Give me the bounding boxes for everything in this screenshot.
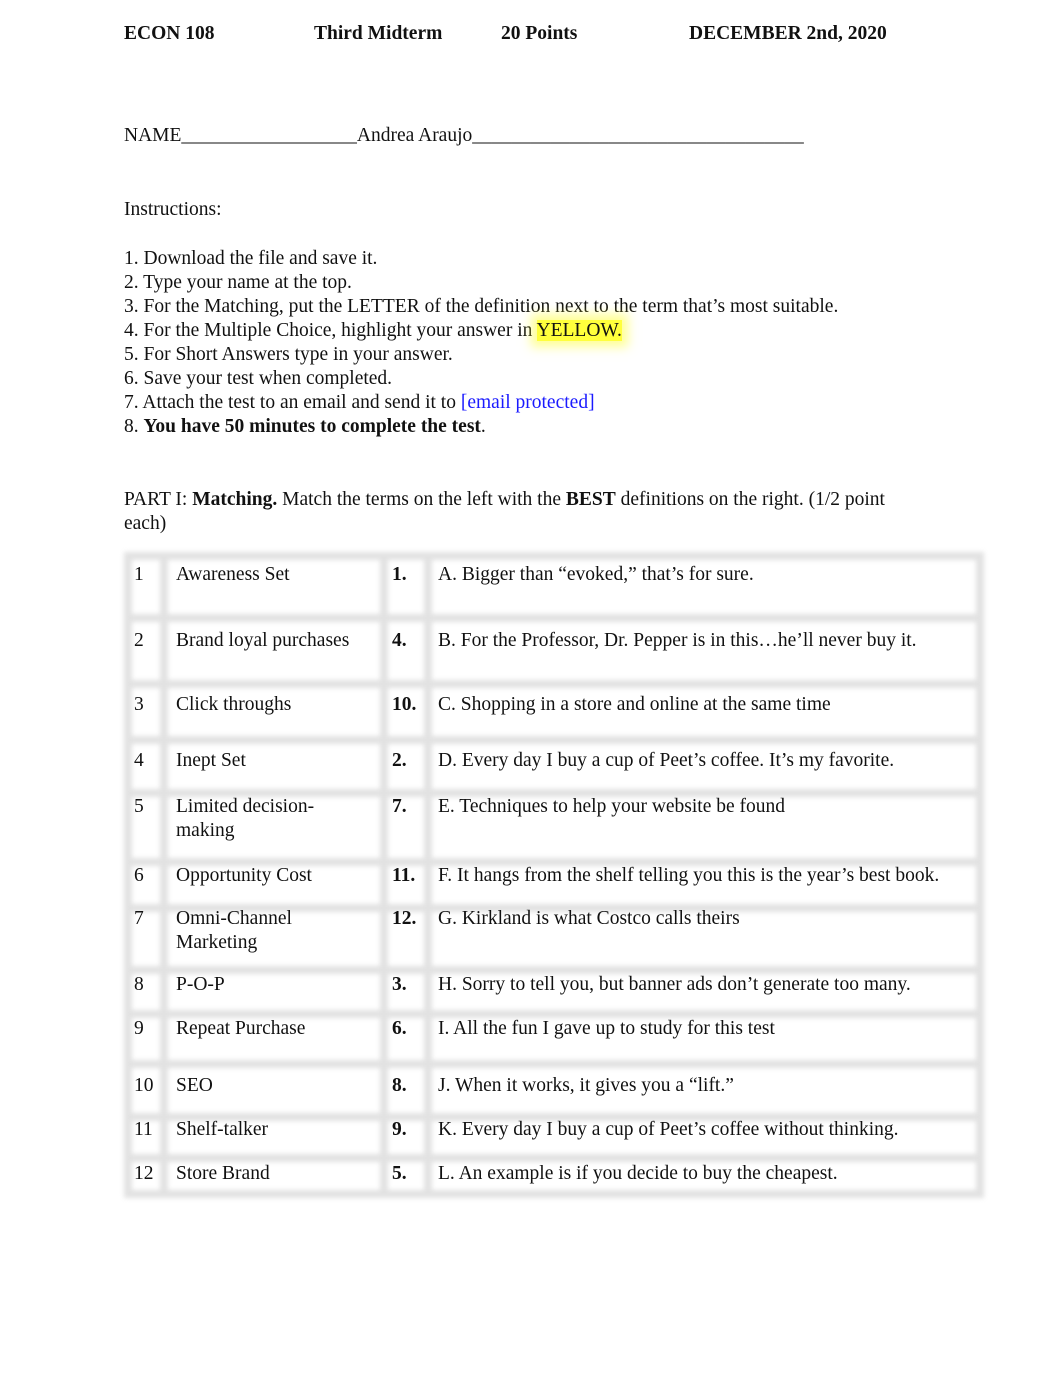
term-text: Click throughs bbox=[176, 694, 292, 715]
yellow-highlight-text: YELLOW. bbox=[536, 320, 622, 341]
definition-cell: C. Shopping in a store and online at the… bbox=[438, 694, 831, 715]
part1-text: definitions on the right. (1/2 point bbox=[615, 489, 885, 510]
instruction-item: 8. You have 50 minutes to complete the t… bbox=[124, 416, 486, 438]
term-number: 10 bbox=[134, 1075, 154, 1096]
term-text: P-O-P bbox=[176, 974, 225, 995]
course-code: ECON 108 bbox=[124, 23, 215, 44]
term-number: 5 bbox=[134, 796, 144, 817]
term-cell: Inept Set bbox=[176, 749, 246, 773]
definition-cell: E. Techniques to help your website be fo… bbox=[438, 796, 786, 817]
answer-cell[interactable]: 2. bbox=[392, 749, 407, 773]
definition-cell: D. Every day I buy a cup of Peet’s coffe… bbox=[438, 750, 895, 771]
instruction-text: 7. Attach the test to an email and send … bbox=[124, 392, 461, 413]
term-cell: Limited decision-making bbox=[176, 795, 314, 843]
definition-cell: I. All the fun I gave up to study for th… bbox=[438, 1018, 775, 1039]
term-cell: P-O-P bbox=[176, 973, 225, 997]
part1-text: Match the terms on the left with the bbox=[277, 489, 566, 510]
term-number: 4 bbox=[134, 750, 144, 771]
term-number: 9 bbox=[134, 1018, 144, 1039]
definition-cell: A. Bigger than “evoked,” that’s for sure… bbox=[438, 564, 754, 585]
part1-best: BEST bbox=[565, 489, 616, 510]
exam-date: DECEMBER 2nd, 2020 bbox=[689, 23, 887, 44]
term-text: Store Brand bbox=[176, 1163, 270, 1184]
instruction-text: 8. bbox=[124, 416, 144, 437]
term-number: 7 bbox=[134, 908, 144, 929]
definition-cell: J. When it works, it gives you a “lift.” bbox=[438, 1075, 734, 1096]
term-text: making bbox=[176, 820, 235, 841]
term-text: Omni-Channel bbox=[176, 908, 292, 929]
term-text: Inept Set bbox=[176, 750, 246, 771]
answer-cell[interactable]: 9. bbox=[392, 1118, 407, 1142]
term-cell: SEO bbox=[176, 1074, 213, 1098]
definition-cell: H. Sorry to tell you, but banner ads don… bbox=[438, 974, 911, 995]
term-number: 8 bbox=[134, 974, 144, 995]
term-text: Shelf-talker bbox=[176, 1119, 269, 1140]
answer-cell[interactable]: 6. bbox=[392, 1017, 407, 1041]
instruction-item: 6. Save your test when completed. bbox=[124, 368, 393, 389]
term-cell: Awareness Set bbox=[176, 563, 290, 587]
term-number: 11 bbox=[134, 1119, 153, 1140]
term-text: SEO bbox=[176, 1075, 213, 1096]
answer-cell[interactable]: 3. bbox=[392, 973, 407, 997]
term-text: Limited decision- bbox=[176, 796, 315, 817]
term-text: Brand loyal purchases bbox=[176, 630, 350, 651]
definition-cell: F. It hangs from the shelf telling you t… bbox=[438, 865, 940, 886]
time-limit-text: You have 50 minutes to complete the test bbox=[143, 416, 481, 437]
instruction-item: 3. For the Matching, put the LETTER of t… bbox=[124, 296, 839, 317]
name-label: NAME bbox=[124, 125, 182, 146]
term-text: Opportunity Cost bbox=[176, 865, 312, 886]
definition-cell: K. Every day I buy a cup of Peet’s coffe… bbox=[438, 1119, 899, 1140]
instruction-text: 4. For the Multiple Choice, highlight yo… bbox=[124, 320, 537, 341]
instruction-end: . bbox=[480, 416, 486, 437]
term-number: 6 bbox=[134, 865, 144, 886]
answer-cell[interactable]: 10. bbox=[392, 693, 416, 717]
exam-points: 20 Points bbox=[501, 23, 578, 44]
term-number: 12 bbox=[134, 1163, 154, 1184]
part1-prefix: PART I: bbox=[124, 489, 193, 510]
instruction-item: 1. Download the file and save it. bbox=[124, 248, 378, 269]
definition-cell: B. For the Professor, Dr. Pepper is in t… bbox=[438, 630, 917, 651]
instruction-item: 4. For the Multiple Choice, highlight yo… bbox=[124, 320, 622, 342]
term-cell: Click throughs bbox=[176, 693, 291, 717]
answer-cell[interactable]: 1. bbox=[392, 563, 407, 587]
term-number: 3 bbox=[134, 694, 144, 715]
name-blank-before: __________________ bbox=[181, 125, 357, 146]
term-cell: Repeat Purchase bbox=[176, 1017, 305, 1041]
name-blank-after: __________________________________ bbox=[472, 125, 804, 146]
answer-cell[interactable]: 5. bbox=[392, 1162, 407, 1186]
term-text: Awareness Set bbox=[176, 564, 290, 585]
instruction-item: 5. For Short Answers type in your answer… bbox=[124, 344, 453, 365]
student-name[interactable]: Andrea Araujo bbox=[357, 125, 472, 146]
part1-heading: PART I: Matching. Match the terms on the… bbox=[124, 489, 885, 511]
definition-cell: G. Kirkland is what Costco calls theirs bbox=[438, 908, 740, 929]
part1-title: Matching. bbox=[192, 489, 278, 510]
term-cell: Brand loyal purchases bbox=[176, 629, 349, 653]
term-cell: Omni-Channel Marketing bbox=[176, 907, 292, 955]
part1-heading-cont: each) bbox=[124, 513, 167, 534]
answer-cell[interactable]: 4. bbox=[392, 629, 407, 653]
answer-cell[interactable]: 8. bbox=[392, 1074, 407, 1098]
term-number: 1 bbox=[134, 564, 144, 585]
answer-cell[interactable]: 7. bbox=[392, 795, 407, 819]
answer-cell[interactable]: 12. bbox=[392, 907, 416, 931]
term-text: Repeat Purchase bbox=[176, 1018, 306, 1039]
term-number: 2 bbox=[134, 630, 144, 651]
email-link[interactable]: [email protected] bbox=[461, 392, 595, 413]
term-cell: Store Brand bbox=[176, 1162, 270, 1186]
exam-title: Third Midterm bbox=[314, 23, 443, 44]
instruction-item: 7. Attach the test to an email and send … bbox=[124, 392, 595, 414]
instruction-item: 2. Type your name at the top. bbox=[124, 272, 352, 293]
matching-table: 1 Awareness Set 1. A. Bigger than “evoked,”… bbox=[124, 552, 984, 1198]
name-line: NAME__________________Andrea Araujo_____… bbox=[124, 125, 804, 147]
answer-cell[interactable]: 11. bbox=[392, 864, 415, 888]
term-text: Marketing bbox=[176, 932, 258, 953]
instructions-heading: Instructions: bbox=[124, 199, 222, 220]
definition-cell: L. An example is if you decide to buy th… bbox=[438, 1163, 838, 1184]
term-cell: Shelf-talker bbox=[176, 1118, 268, 1142]
term-cell: Opportunity Cost bbox=[176, 864, 312, 888]
